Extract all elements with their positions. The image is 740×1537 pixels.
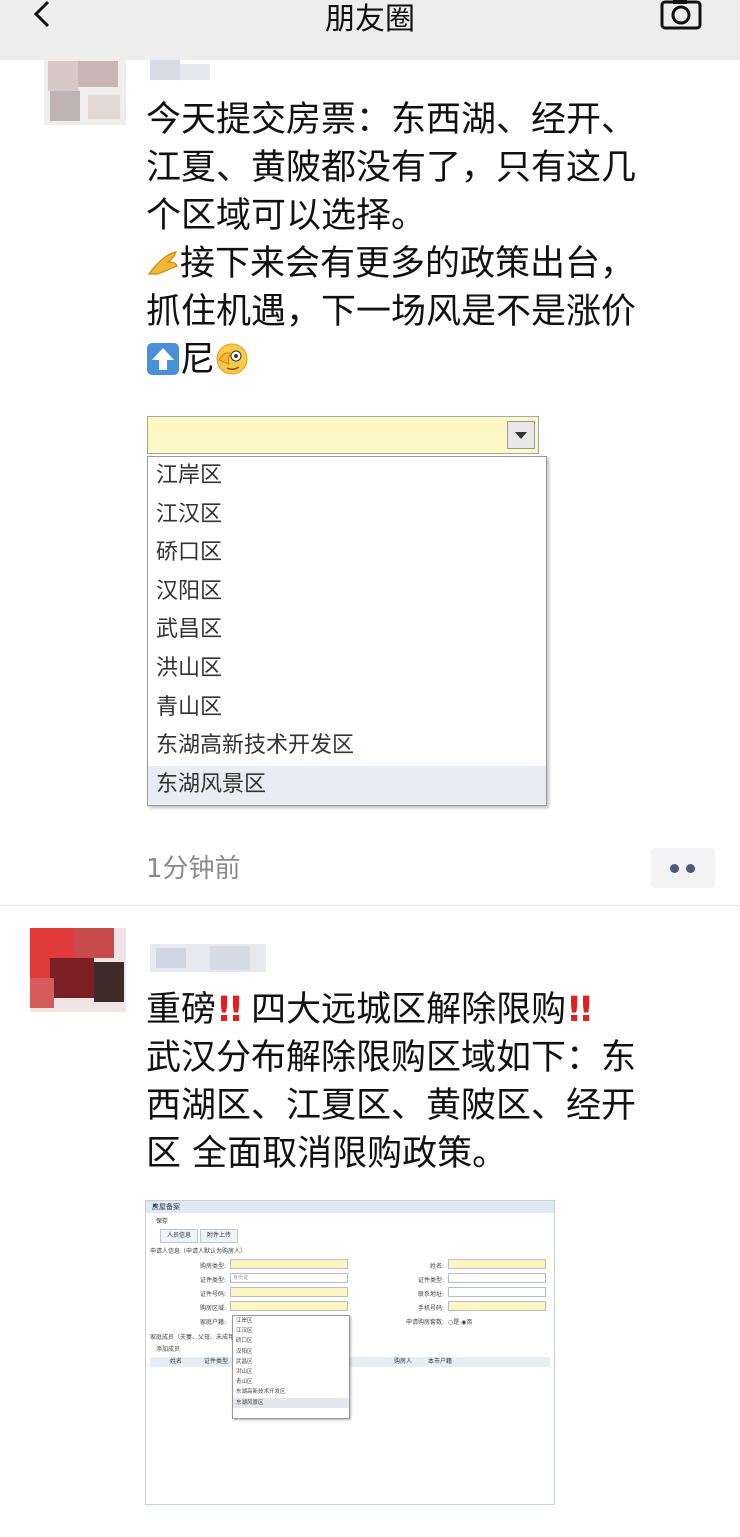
list-item: 江汉区: [156, 501, 223, 527]
dot-icon: [686, 864, 695, 873]
text-span: 接下来会有更多的政策出台，: [180, 244, 636, 284]
top-bar: 朋友圈: [0, 0, 740, 60]
text-line: 武汉分布解除限购区域如下：东: [146, 1038, 637, 1078]
field-label: 购房类型:: [199, 1263, 226, 1270]
post-text: 重磅!! 四大远城区解除限购!! 武汉分布解除限购区域如下：东 西湖区、江夏区、…: [146, 986, 706, 1178]
text-span: 四大远城区解除限购: [251, 990, 567, 1030]
list-item: 东湖高新技术开发区: [236, 1389, 286, 1396]
list-item: 东湖高新技术开发区: [156, 733, 355, 759]
avatar[interactable]: [30, 928, 126, 1012]
list-item: 武昌区: [156, 617, 223, 643]
field-label: 手机号码:: [417, 1305, 444, 1312]
list-item: 汉阳区: [236, 1348, 253, 1355]
grid-col: 姓名: [170, 1358, 183, 1365]
tab-attachments: 附件上传: [200, 1229, 239, 1243]
tab-person: 人员信息: [160, 1229, 199, 1243]
field-label: 证件号码:: [199, 1291, 226, 1298]
form-field: [448, 1287, 546, 1297]
field-label: 证件类型:: [417, 1277, 444, 1284]
more-button[interactable]: [651, 848, 715, 888]
field-label: 姓名:: [429, 1263, 444, 1270]
toolbar: 保存: [146, 1215, 554, 1227]
list-item: 硚口区: [156, 540, 223, 566]
save-label: 保存: [156, 1218, 169, 1225]
list-item: 武昌区: [236, 1358, 253, 1365]
dot-icon: [670, 864, 679, 873]
post-time: 1分钟前: [146, 854, 241, 884]
text-line: 个区域可以选择。: [146, 196, 427, 236]
text-span: 尼: [180, 340, 216, 380]
list-item: 洪山区: [156, 655, 223, 681]
form-field: [448, 1273, 546, 1283]
form-field: 身份证: [230, 1273, 348, 1283]
post-text: 今天提交房票：东西湖、经开、 江夏、黄陂都没有了，只有这几 个区域可以选择。 接…: [146, 96, 706, 384]
list-item: 青山区: [236, 1379, 253, 1386]
form-screenshot[interactable]: 房屋备案 ✕ 保存 人员信息 附件上传 申请人信息（申请人默认为购房人） 购房类型…: [145, 1200, 555, 1505]
district-options-list: 江岸区 江汉区 硚口区 汉阳区 武昌区 洪山区 青山区 东湖高新技术开发区 东湖…: [147, 456, 547, 806]
window-titlebar: 房屋备案 ✕: [146, 1201, 554, 1213]
grid-toolbar: 添加成员: [156, 1346, 181, 1353]
form-field: [448, 1301, 546, 1311]
list-item: 江岸区: [236, 1318, 253, 1324]
field-label: 购房区域:: [199, 1305, 226, 1312]
form-field: [448, 1259, 546, 1269]
list-item-selected: 东湖风景区: [148, 765, 546, 805]
close-icon: ✕: [152, 1202, 158, 1210]
tab-bar: 人员信息 附件上传: [160, 1229, 240, 1243]
list-item: 青山区: [156, 694, 223, 720]
dropdown-screenshot[interactable]: 江岸区 江汉区 硚口区 汉阳区 武昌区 洪山区 青山区 东湖高新技术开发区 东湖…: [145, 412, 557, 812]
field-label: 证件类型:: [199, 1277, 226, 1284]
field-label: 家庭户籍:: [199, 1319, 226, 1326]
facepalm-emoji-icon: [216, 343, 248, 375]
text-line: 抓住机遇，下一场风是不是涨价: [146, 292, 637, 332]
divider: [0, 905, 740, 906]
grid-col: 本市户籍: [428, 1358, 453, 1365]
field-label: 联系地址:: [417, 1291, 444, 1298]
form-field: [230, 1259, 348, 1269]
list-item: 汉阳区: [156, 578, 223, 604]
up-arrow-icon: [147, 343, 179, 375]
list-item: 硚口区: [236, 1338, 253, 1345]
camera-icon[interactable]: [660, 0, 702, 30]
list-item: 江汉区: [236, 1328, 253, 1335]
double-exclamation-icon: !!: [566, 990, 594, 1030]
page-title: 朋友圈: [325, 2, 415, 37]
field-label: 申请购房套数:: [405, 1319, 444, 1326]
text-line: 尼: [146, 336, 706, 384]
grid-header: 姓名 证件类型 购房人 本市户籍: [150, 1357, 550, 1367]
grid-col: 证件类型: [204, 1358, 229, 1365]
list-item: 江岸区: [156, 463, 223, 488]
text-line: 接下来会有更多的政策出台，: [146, 240, 706, 288]
form-field: [230, 1287, 348, 1297]
district-combobox: [147, 416, 539, 454]
form-field: [230, 1301, 348, 1311]
pinching-hand-icon: [147, 251, 178, 275]
username-blurred[interactable]: [150, 60, 220, 82]
section-header: 申请人信息（申请人默认为购房人）: [150, 1248, 247, 1255]
radio-group: ○是 ◉否: [448, 1319, 473, 1326]
avatar[interactable]: [44, 55, 126, 125]
username-blurred[interactable]: [150, 944, 266, 972]
double-exclamation-icon: !!: [216, 990, 244, 1030]
text-line: 重磅!! 四大远城区解除限购!!: [146, 986, 706, 1034]
list-item-selected: 东湖风景区: [233, 1397, 349, 1408]
district-dropdown-mini: 江岸区 江汉区 硚口区 汉阳区 武昌区 洪山区 青山区 东湖高新技术开发区 东湖…: [232, 1315, 350, 1419]
list-item: 洪山区: [236, 1368, 253, 1375]
text-span: 重磅: [146, 990, 217, 1030]
chevron-down-icon: [507, 421, 535, 449]
text-line: 区 全面取消限购政策。: [146, 1134, 508, 1174]
grid-col: 购房人: [394, 1358, 413, 1365]
text-line: 今天提交房票：东西湖、经开、: [146, 100, 637, 140]
text-line: 西湖区、江夏区、黄陂区、经开: [146, 1086, 637, 1126]
text-line: 江夏、黄陂都没有了，只有这几: [146, 148, 637, 188]
